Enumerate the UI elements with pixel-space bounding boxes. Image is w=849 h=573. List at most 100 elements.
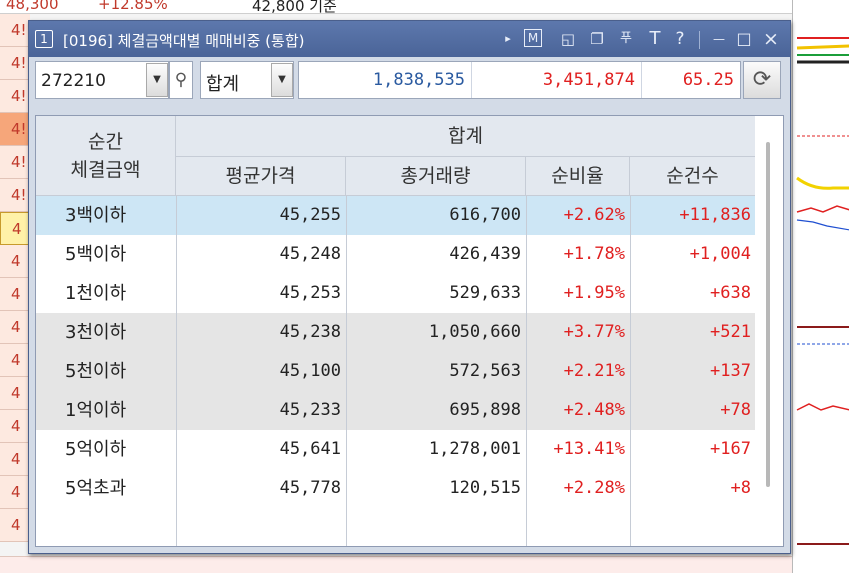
background-price-cell: 4 (0, 344, 30, 377)
table-row[interactable]: 3천이하 45,238 1,050,660 +3.77% +521 (36, 313, 755, 352)
cell-net-count: +521 (710, 322, 751, 342)
titlebar-divider (699, 31, 700, 49)
header-amount-range-line1: 순간 (88, 131, 123, 153)
cell-net-ratio: +13.41% (553, 439, 625, 459)
cell-amount-range: 5억초과 (65, 478, 127, 499)
column-divider (526, 196, 527, 546)
cell-net-ratio: +1.78% (563, 244, 625, 264)
summary-bar: 1,838,535 3,451,874 65.25 (298, 61, 741, 99)
summary-divider (471, 62, 472, 98)
cell-net-count: +8 (730, 478, 751, 498)
help-icon[interactable]: ? (671, 29, 689, 49)
background-price-cell: 4 (0, 278, 30, 311)
background-price-cell: 4! (0, 14, 30, 47)
background-price-cell: 4 (0, 443, 30, 476)
background-price: 48,300 (6, 0, 59, 13)
pin-icon[interactable]: 푸 (617, 29, 635, 49)
search-icon[interactable]: ⚲ (169, 61, 193, 99)
background-price-cell: 4! (0, 80, 30, 113)
header-amount-range: 순간 체결금액 (36, 116, 176, 196)
cell-amount-range: 3천이하 (65, 322, 127, 343)
header-net-count: 순건수 (630, 157, 755, 196)
cell-avg-price: 45,233 (279, 400, 341, 420)
summary-divider (641, 62, 642, 98)
background-price-cell: 4 (0, 476, 30, 509)
background-mini-charts (792, 0, 849, 573)
cell-total-volume: 695,898 (449, 400, 521, 420)
background-bottom-strip (0, 556, 849, 573)
background-price-cell: 4 (0, 245, 30, 278)
cell-amount-range: 5백이하 (65, 244, 127, 265)
window-titlebar[interactable]: 1 [0196] 체결금액대별 매매비중 (통합) ▸ M ◱ ❐ 푸 T ? … (29, 21, 790, 57)
cell-avg-price: 45,778 (279, 478, 341, 498)
trade-amount-window: 1 [0196] 체결금액대별 매매비중 (통합) ▸ M ◱ ❐ 푸 T ? … (28, 20, 791, 554)
table-row[interactable]: 5억이하 45,641 1,278,001 +13.41% +167 (36, 430, 755, 469)
restore-layout-icon[interactable]: ◱ (559, 29, 577, 49)
trade-amount-table: 순간 체결금액 합계 평균가격 총거래량 순비율 순건수 3백이하 45,255 6… (35, 115, 784, 547)
cell-net-ratio: +1.95% (563, 283, 625, 303)
window-title: [0196] 체결금액대별 매매비중 (통합) (63, 32, 305, 50)
column-divider (176, 196, 177, 546)
table-row[interactable]: 1억이하 45,233 695,898 +2.48% +78 (36, 391, 755, 430)
table-row[interactable]: 5천이하 45,100 572,563 +2.21% +137 (36, 352, 755, 391)
table-body: 3백이하 45,255 616,700 +2.62% +11,836 5백이하 45,248… (36, 196, 755, 508)
m-icon[interactable]: M (524, 29, 542, 47)
duplicate-window-icon[interactable]: ❐ (588, 29, 606, 49)
cell-avg-price: 45,253 (279, 283, 341, 303)
table-row[interactable]: 5백이하 45,248 426,439 +1.78% +1,004 (36, 235, 755, 274)
cell-net-count: +137 (710, 361, 751, 381)
play-icon[interactable]: ▸ (499, 29, 517, 49)
cell-amount-range: 5억이하 (65, 439, 127, 460)
cell-total-volume: 120,515 (449, 478, 521, 498)
close-icon[interactable]: × (762, 29, 780, 49)
background-price-cell: 4 (0, 212, 30, 245)
background-price-cell: 4! (0, 47, 30, 80)
cell-avg-price: 45,238 (279, 322, 341, 342)
cell-total-volume: 1,278,001 (428, 439, 521, 459)
header-amount-range-line2: 체결금액 (70, 159, 141, 181)
summary-ratio: 65.25 (682, 70, 734, 90)
cell-net-count: +11,836 (679, 205, 751, 225)
window-number-badge: 1 (35, 30, 53, 48)
stock-code-value: 272210 (41, 71, 106, 91)
summary-sell-volume: 3,451,874 (542, 70, 635, 90)
header-group-total: 합계 (176, 116, 755, 157)
background-price-strip: 48,300 +12.85% 42,800 기준 (0, 0, 849, 14)
cell-amount-range: 5천이하 (65, 361, 127, 382)
table-scrollbar[interactable] (755, 116, 783, 546)
cell-total-volume: 572,563 (449, 361, 521, 381)
table-row[interactable]: 5억초과 45,778 120,515 +2.28% +8 (36, 469, 755, 508)
cell-net-count: +78 (720, 400, 751, 420)
background-price-cell: 4 (0, 410, 30, 443)
cell-avg-price: 45,641 (279, 439, 341, 459)
background-price-cell: 4 (0, 311, 30, 344)
header-avg-price: 평균가격 (176, 157, 346, 196)
background-price-cell: 4! (0, 113, 30, 146)
category-value: 합계 (206, 74, 240, 95)
scrollbar-thumb[interactable] (766, 142, 770, 487)
query-toolbar: 272210 ▼ ⚲ 합계 ▼ 1,838,535 3,451,874 65.2… (33, 61, 786, 105)
stock-code-dropdown-icon[interactable]: ▼ (146, 63, 168, 97)
background-price-cell: 4 (0, 377, 30, 410)
font-size-icon[interactable]: T (646, 29, 664, 49)
background-price-cell: 4 (0, 509, 30, 542)
cell-net-ratio: +2.21% (563, 361, 625, 381)
background-price-column: 4! 4! 4! 4! 4! 4! 4 4 4 4 4 4 4 4 4 4 (0, 14, 30, 559)
refresh-icon[interactable]: ⟳ (743, 61, 781, 99)
category-dropdown-icon[interactable]: ▼ (271, 63, 293, 97)
summary-buy-volume: 1,838,535 (372, 70, 465, 90)
cell-net-count: +638 (710, 283, 751, 303)
minimize-icon[interactable]: — (710, 29, 728, 49)
background-change: +12.85% (98, 0, 168, 13)
background-basis: 42,800 기준 (252, 0, 337, 14)
header-net-ratio: 순비율 (526, 157, 630, 196)
column-divider (630, 196, 631, 546)
cell-net-ratio: +2.48% (563, 400, 625, 420)
cell-net-count: +167 (710, 439, 751, 459)
table-row[interactable]: 3백이하 45,255 616,700 +2.62% +11,836 (36, 196, 755, 235)
stock-code-input[interactable]: 272210 ▼ (35, 61, 169, 99)
table-row[interactable]: 1천이하 45,253 529,633 +1.95% +638 (36, 274, 755, 313)
maximize-icon[interactable]: □ (735, 29, 753, 49)
cell-avg-price: 45,255 (279, 205, 341, 225)
category-select[interactable]: 합계 ▼ (200, 61, 294, 99)
